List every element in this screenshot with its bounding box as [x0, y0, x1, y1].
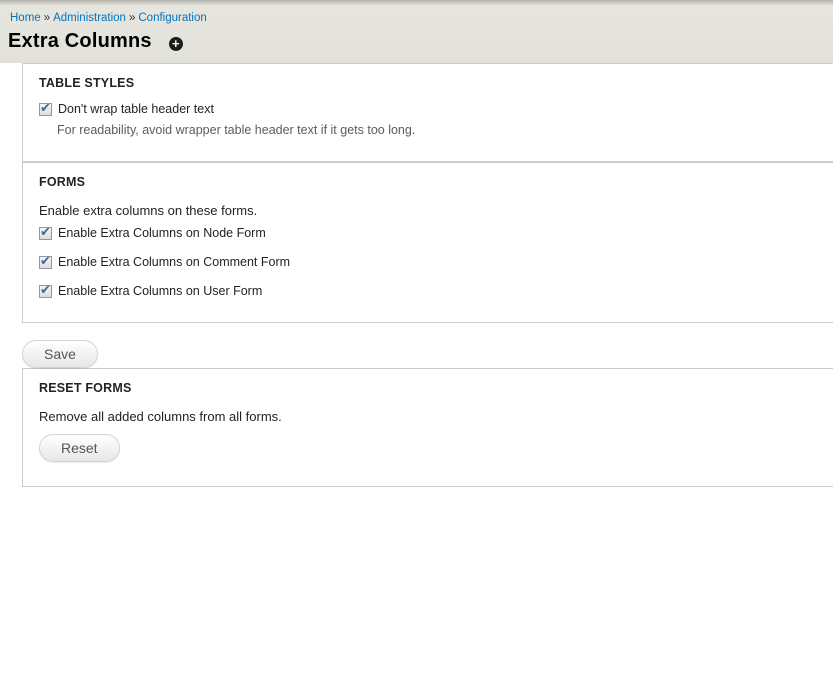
add-circle-icon[interactable]: + [168, 35, 183, 51]
plus-glyph: + [171, 35, 180, 51]
fieldset-intro-text: Remove all added columns from all forms. [39, 409, 282, 424]
checkbox-node-form[interactable]: ✔ [39, 223, 52, 240]
save-button[interactable]: Save [22, 340, 98, 368]
checkbox-description: For readability, avoid wrapper table hea… [57, 123, 416, 137]
checkmark-icon: ✔ [40, 223, 51, 239]
breadcrumb: Home» Administration» Configuration [10, 12, 833, 24]
checkbox-label[interactable]: Enable Extra Columns on User Form [58, 284, 262, 298]
breadcrumb-link-administration[interactable]: Administration [53, 12, 126, 24]
checkmark-icon: ✔ [40, 281, 51, 297]
breadcrumb-link-home[interactable]: Home [10, 12, 41, 24]
fieldset-forms: FORMS Enable extra columns on these form… [22, 162, 833, 323]
breadcrumb-separator: » [43, 12, 51, 24]
fieldset-legend: FORMS [39, 175, 86, 189]
fieldset-reset-forms: RESET FORMS Remove all added columns fro… [22, 368, 833, 487]
fieldset-table-styles: TABLE STYLES ✔ Don't wrap table header t… [22, 63, 833, 162]
checkbox-comment-form[interactable]: ✔ [39, 252, 52, 269]
checkbox-dont-wrap-header[interactable]: ✔ [39, 99, 52, 116]
breadcrumb-link-configuration[interactable]: Configuration [138, 12, 206, 24]
page-title: Extra Columns [8, 30, 152, 52]
main-content: TABLE STYLES ✔ Don't wrap table header t… [22, 63, 833, 323]
checkmark-icon: ✔ [40, 99, 51, 115]
checkmark-icon: ✔ [40, 252, 51, 268]
breadcrumb-separator: » [128, 12, 136, 24]
page-header: Home» Administration» Configuration Extra … [0, 0, 833, 63]
checkbox-label[interactable]: Enable Extra Columns on Comment Form [58, 255, 290, 269]
fieldset-legend: TABLE STYLES [39, 76, 135, 90]
checkbox-user-form[interactable]: ✔ [39, 281, 52, 298]
checkbox-label[interactable]: Enable Extra Columns on Node Form [58, 226, 266, 240]
fieldset-intro-text: Enable extra columns on these forms. [39, 203, 258, 218]
reset-button[interactable]: Reset [39, 434, 120, 462]
checkbox-label[interactable]: Don't wrap table header text [58, 102, 214, 116]
fieldset-legend: RESET FORMS [39, 381, 132, 395]
